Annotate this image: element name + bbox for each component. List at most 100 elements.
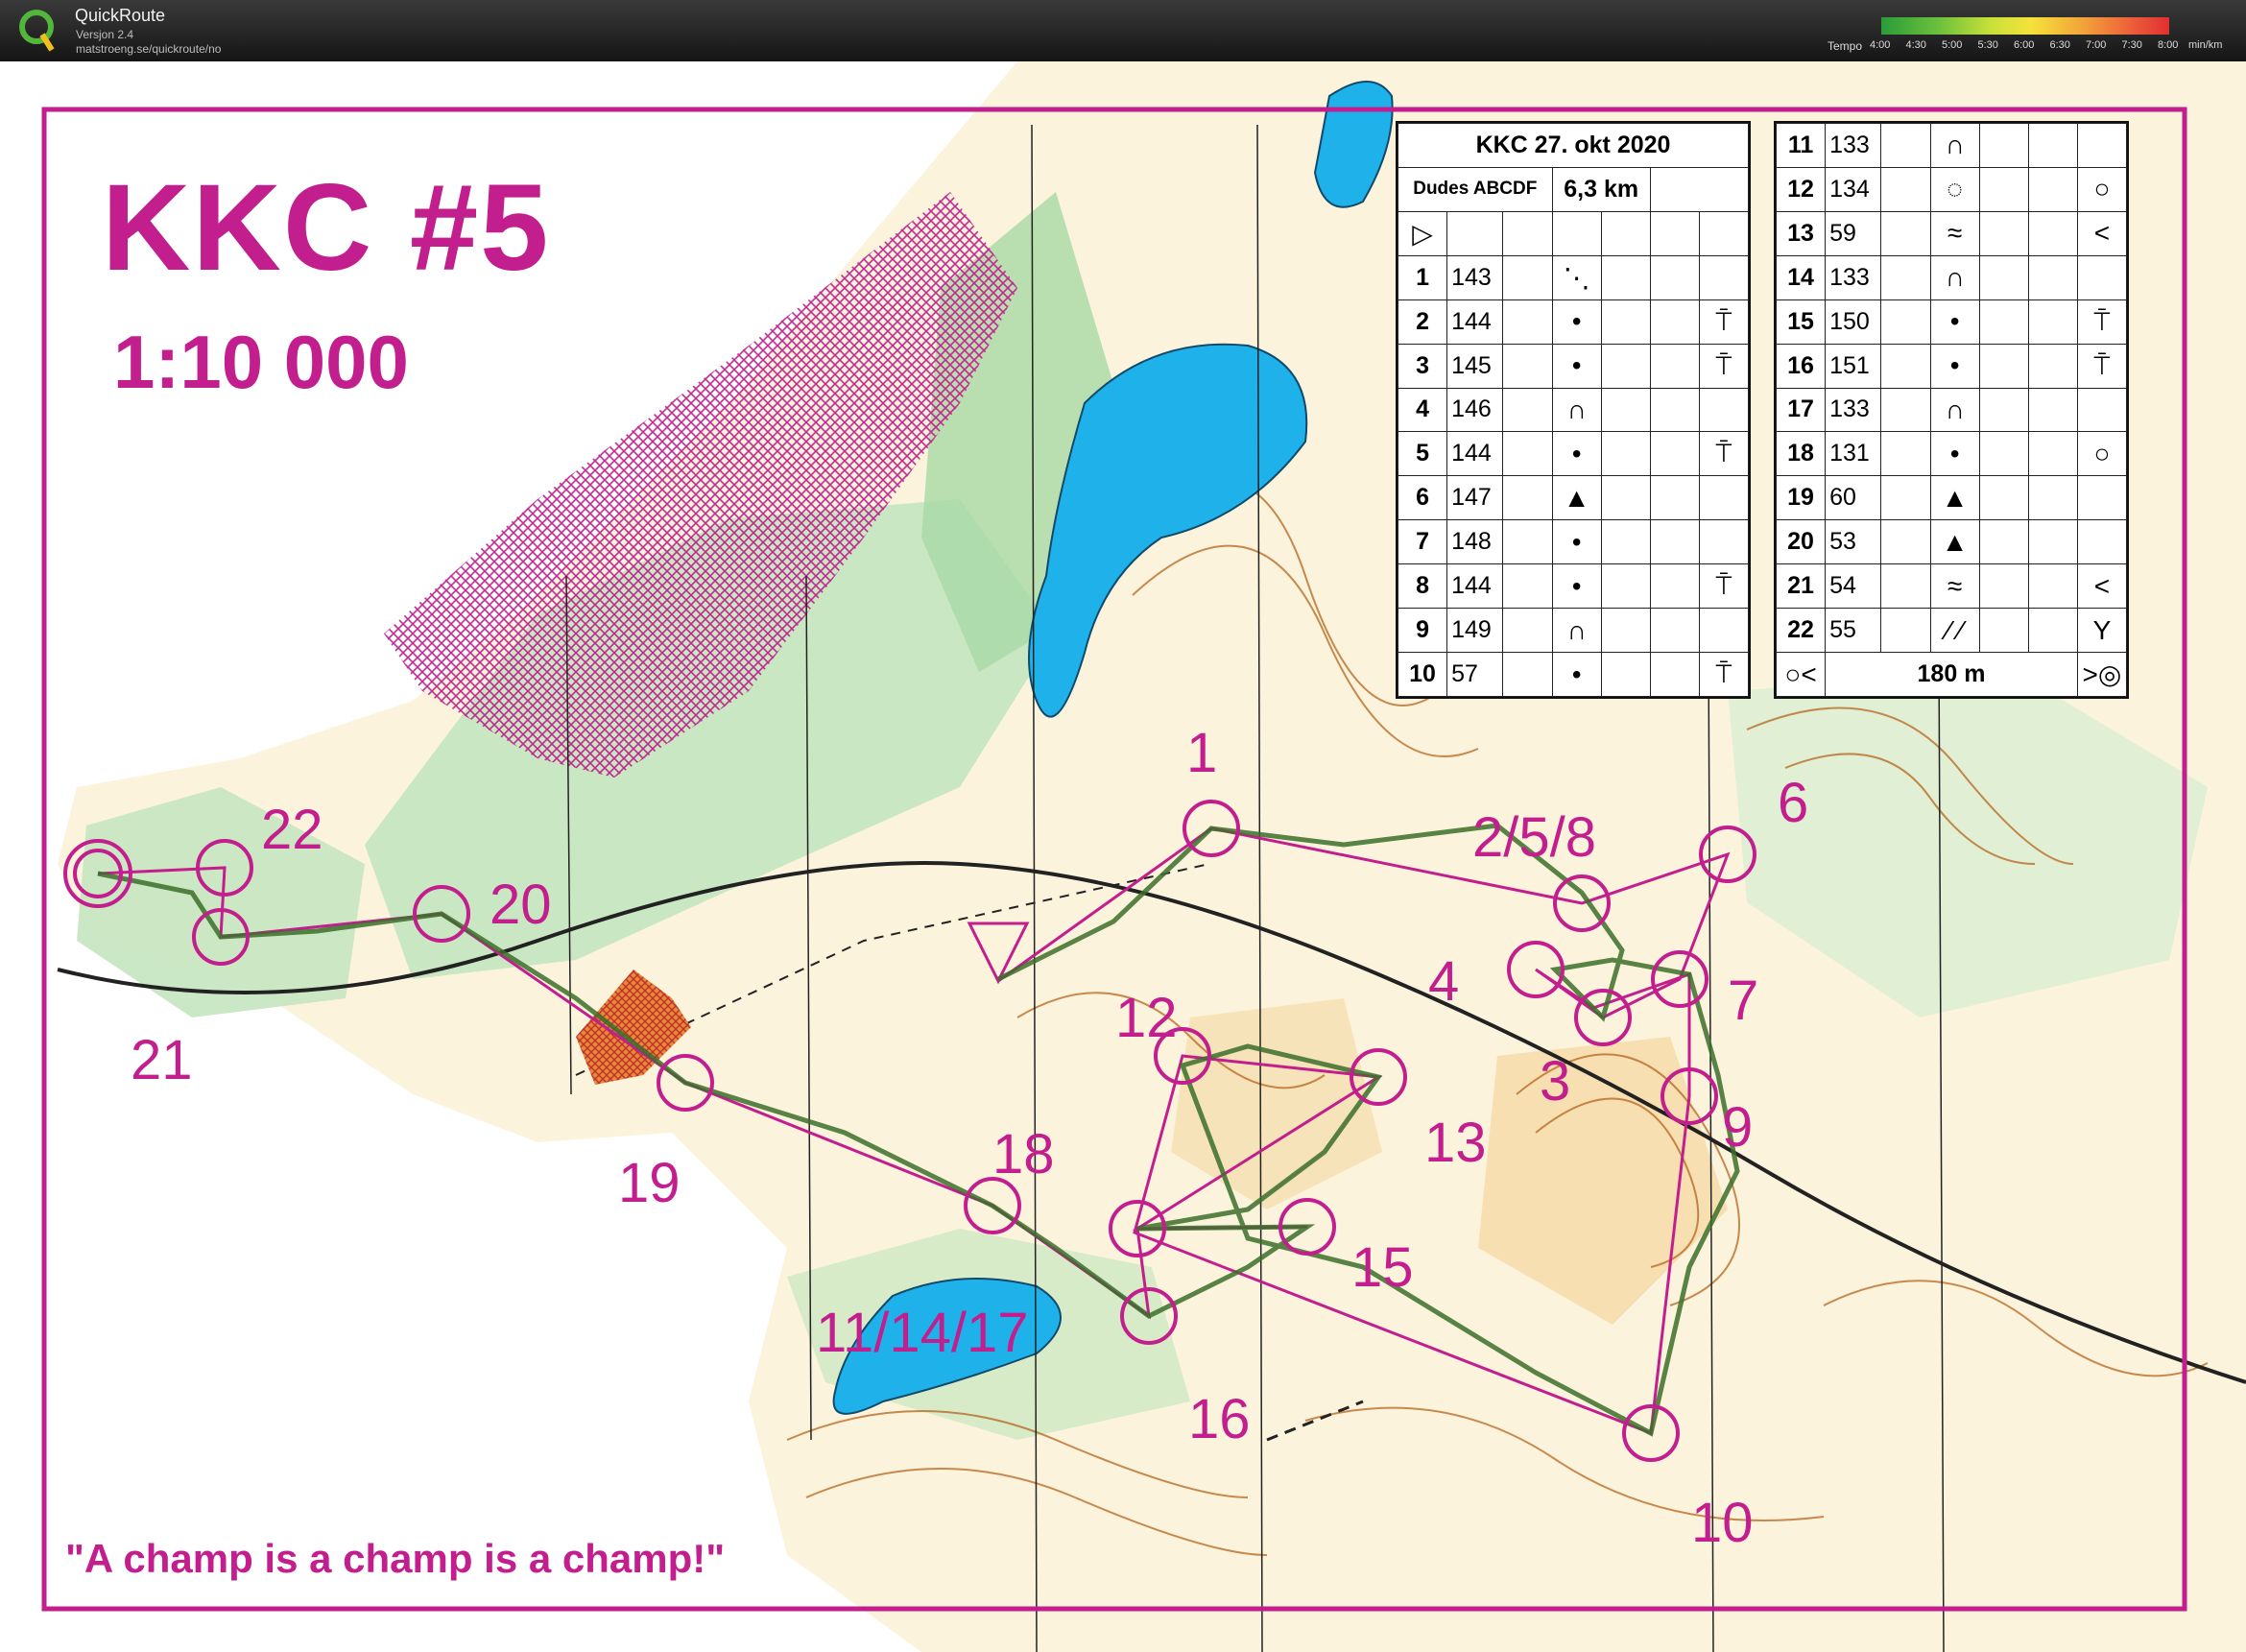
app-url: matstroeng.se/quickroute/no [76,42,222,56]
tempo-tick: 4:00 [1870,39,1891,51]
description-row: 7 148 • [1397,519,1750,565]
control-location [1698,387,1750,433]
empty-cell [2027,431,2078,477]
description-row: 12 134 ◌ ○ [1775,166,2128,212]
control-label-11: 11/14/17 [816,1302,1029,1364]
control-label-1: 1 [1186,722,1218,784]
control-code: 54 [1825,563,1882,610]
empty-cell [1502,387,1553,433]
finish-circle-icon: >◎ [2076,652,2128,697]
app-title: QuickRoute [75,6,166,25]
control-number: 4 [1397,387,1448,433]
empty-cell [1502,608,1553,654]
control-number: 15 [1775,299,1827,345]
empty-cell [2027,519,2078,565]
tempo-tick: 7:00 [2086,39,2107,51]
description-row: 1 143 ⋱ [1397,254,1750,300]
description-row: 6 147 ▲ [1397,475,1750,521]
control-label-20: 20 [490,874,552,936]
control-number: 14 [1775,254,1827,300]
tempo-tick: 5:00 [1942,39,1963,51]
control-number: 6 [1397,475,1448,521]
control-feature: • [1551,563,1602,610]
tempo-tick: 6:00 [2014,39,2035,51]
empty-cell [1649,387,1700,433]
control-location: ⍑ [1698,652,1750,697]
empty-cell [1649,299,1700,345]
control-description-sheet-left: KKC 27. okt 2020 Dudes ABCDF 6,3 km ▷ 11… [1396,121,1751,699]
empty-cell [1880,123,1931,168]
map-view[interactable]: KKC #5 1:10 000 "A champ is a champ is a… [0,61,2246,1652]
tempo-label: Tempo [1828,39,1863,53]
empty-cell [1978,254,2029,300]
control-feature: ≈ [1929,563,1980,610]
control-location: ⍑ [1698,299,1750,345]
empty-cell [1649,431,1700,477]
map-title: KKC #5 [102,159,551,297]
description-row: 15 150 • ⍑ [1775,299,2128,345]
control-code: 57 [1446,652,1504,697]
empty-cell [1978,519,2029,565]
control-number: 21 [1775,563,1827,610]
description-row: 8 144 • ⍑ [1397,563,1750,610]
control-code: 149 [1446,608,1504,654]
tempo-unit: min/km [2188,39,2223,51]
control-number: 9 [1397,608,1448,654]
control-number: 13 [1775,210,1827,256]
control-number: 5 [1397,431,1448,477]
empty-cell [2027,563,2078,610]
empty-cell [1600,299,1651,345]
control-location: ⍑ [1698,431,1750,477]
empty-cell [1978,563,2029,610]
control-feature: ∩ [1929,387,1980,433]
control-number: 12 [1775,166,1827,212]
description-row: 14 133 ∩ [1775,254,2128,300]
empty-cell [1880,299,1931,345]
empty-cell [2027,608,2078,654]
control-code: 55 [1825,608,1882,654]
tempo-tick: 6:30 [2049,39,2070,51]
finish-start-icon: ○< [1775,652,1827,697]
control-number: 17 [1775,387,1827,433]
empty-cell [1649,608,1700,654]
control-number: 2 [1397,299,1448,345]
control-label-4: 4 [1428,950,1460,1013]
control-code: 53 [1825,519,1882,565]
class-name: Dudes ABCDF [1398,166,1553,212]
control-label-15: 15 [1351,1236,1414,1299]
empty-cell [1880,387,1931,433]
tempo-tick: 4:30 [1905,39,1926,51]
control-feature: ▲ [1929,475,1980,521]
description-row: 4 146 ∩ [1397,387,1750,433]
description-row: 19 60 ▲ [1775,475,2128,521]
control-feature: ∩ [1551,608,1602,654]
empty-cell [1600,652,1651,697]
title-bar: QuickRoute Versjon 2.4 matstroeng.se/qui… [0,0,2246,61]
control-label-2: 2/5/8 [1472,806,1596,869]
empty-cell [1880,431,1931,477]
control-code: 134 [1825,166,1882,212]
control-code: 147 [1446,475,1504,521]
control-label-18: 18 [992,1123,1055,1185]
control-number: 11 [1775,123,1827,168]
empty-cell [1649,652,1700,697]
description-row: 5 144 • ⍑ [1397,431,1750,477]
empty-cell [1600,387,1651,433]
empty-cell [1978,387,2029,433]
tempo-color-scale[interactable] [1881,17,2169,35]
empty-cell [1649,254,1700,300]
empty-cell [1880,608,1931,654]
empty-cell [1880,519,1931,565]
control-code: 144 [1446,563,1504,610]
empty-cell [1880,343,1931,389]
control-number: 19 [1775,475,1827,521]
control-location: ○ [2076,431,2128,477]
control-feature: ⁄ ⁄ [1929,608,1980,654]
control-feature: ▲ [1551,475,1602,521]
control-location: ○ [2076,166,2128,212]
control-label-9: 9 [1722,1096,1754,1159]
control-label-19: 19 [618,1152,681,1214]
control-location: < [2076,563,2128,610]
control-feature: • [1551,299,1602,345]
control-label-22: 22 [261,799,323,861]
